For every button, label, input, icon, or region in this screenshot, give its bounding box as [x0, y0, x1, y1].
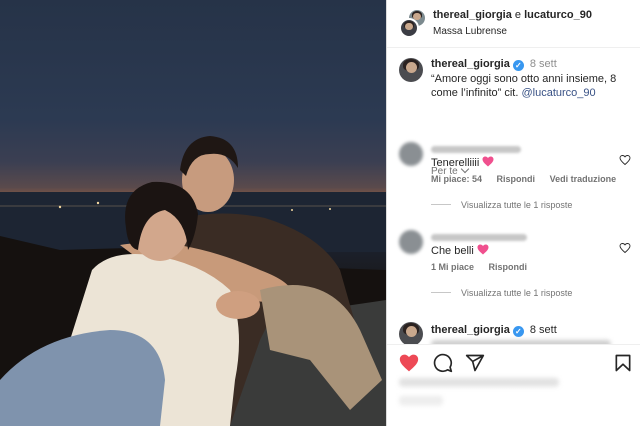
- heart-outline-icon[interactable]: [619, 154, 631, 166]
- comment-text: Che belli: [431, 244, 489, 257]
- bookmark-icon: [615, 354, 631, 372]
- collab-usernames: thereal_giorgia e lucaturco_90: [433, 9, 592, 21]
- caption-time[interactable]: 8 sett: [530, 58, 557, 70]
- comment-reply-button[interactable]: Rispondi: [497, 174, 536, 184]
- view-replies-button[interactable]: Visualizza tutte le 1 risposte: [431, 200, 572, 210]
- share-icon: [465, 354, 485, 372]
- location-link[interactable]: Massa Lubrense: [433, 26, 507, 37]
- avatar[interactable]: [399, 322, 423, 346]
- post-header: thereal_giorgia e lucaturco_90 Massa Lub…: [387, 0, 640, 48]
- comment-time[interactable]: 8 sett: [530, 324, 557, 336]
- view-replies-label: Visualizza tutte le 1 risposte: [461, 200, 573, 210]
- comment-item: Tenerelliiii Mi piace: 54 Rispondi Vedi …: [387, 142, 640, 222]
- comment-text: Tenerelliiii: [431, 156, 494, 169]
- comment-button[interactable]: [433, 353, 453, 373]
- share-button[interactable]: [465, 353, 485, 373]
- comment-translate-button[interactable]: Vedi traduzione: [550, 174, 617, 184]
- comment-reply-button[interactable]: Rispondi: [489, 262, 528, 272]
- couple-photo-illustration: [0, 136, 386, 426]
- header-username-2[interactable]: lucaturco_90: [524, 9, 592, 21]
- comment-text-content: Che belli: [431, 245, 474, 257]
- caption-mention[interactable]: @lucaturco_90: [521, 87, 595, 99]
- comment-icon: [433, 353, 453, 373]
- comment-like-count[interactable]: 1 Mi piace: [431, 262, 474, 272]
- caption-username[interactable]: thereal_giorgia: [431, 58, 510, 70]
- comment-text-content: Tenerelliiii: [431, 157, 480, 169]
- comment-username-blurred: [431, 146, 521, 153]
- avatar[interactable]: [399, 142, 423, 166]
- avatar[interactable]: [399, 58, 423, 82]
- comment-meta: Mi piace: 54 Rispondi Vedi traduzione: [431, 174, 628, 184]
- replies-divider: [431, 292, 451, 293]
- comment-like-count[interactable]: Mi piace: 54: [431, 174, 482, 184]
- view-replies-button[interactable]: Visualizza tutte le 1 risposte: [431, 288, 572, 298]
- post-side-panel: thereal_giorgia e lucaturco_90 Massa Lub…: [386, 0, 640, 426]
- heart-filled-icon: [399, 354, 419, 372]
- collab-avatars[interactable]: [399, 8, 429, 40]
- verified-badge-icon: ✓: [512, 326, 524, 337]
- pink-heart-emoji-icon: [477, 244, 489, 255]
- header-username-1[interactable]: thereal_giorgia: [433, 9, 512, 21]
- comment-username-blurred: [431, 234, 527, 241]
- bottom-fade-overlay: [387, 372, 640, 426]
- verified-badge-icon: ✓: [512, 60, 524, 71]
- save-button[interactable]: [613, 353, 633, 373]
- post-caption: thereal_giorgia ✓ 8 sett “Amore oggi sono …: [387, 50, 640, 177]
- caption-author: thereal_giorgia ✓ 8 sett: [431, 58, 557, 71]
- caption-text: “Amore oggi sono otto anni insieme, 8 co…: [431, 72, 631, 100]
- header-conjunction: e: [514, 9, 522, 21]
- view-replies-label: Visualizza tutte le 1 risposte: [461, 288, 573, 298]
- avatar[interactable]: [399, 230, 423, 254]
- comment-username[interactable]: thereal_giorgia: [431, 324, 510, 336]
- heart-outline-icon[interactable]: [619, 242, 631, 254]
- replies-divider: [431, 204, 451, 205]
- like-button[interactable]: [399, 353, 419, 373]
- avatar[interactable]: [399, 18, 419, 38]
- post-photo[interactable]: [0, 0, 386, 426]
- comment-item: Che belli 1 Mi piace Rispondi Visualizza…: [387, 230, 640, 310]
- comment-meta: 1 Mi piace Rispondi: [431, 262, 539, 272]
- comment-author: thereal_giorgia ✓ 8 sett: [431, 324, 557, 337]
- pink-heart-emoji-icon: [482, 156, 494, 167]
